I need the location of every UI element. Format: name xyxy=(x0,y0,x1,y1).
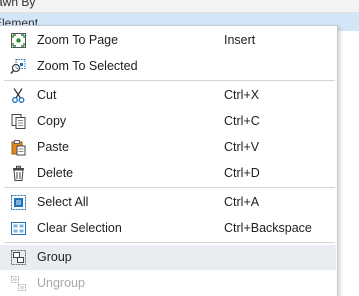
menu-item-paste[interactable]: Paste Ctrl+V xyxy=(0,135,336,160)
trash-icon xyxy=(10,165,27,182)
menu-item-shortcut: Insert xyxy=(224,33,256,47)
menu-separator xyxy=(4,80,335,81)
menu-item-shortcut: Ctrl+D xyxy=(224,166,260,180)
scissors-icon xyxy=(10,87,27,104)
menu-item-shortcut: Ctrl+C xyxy=(224,114,260,128)
table-header: awn By xyxy=(0,0,359,13)
menu-item-group[interactable]: Group xyxy=(0,245,336,270)
menu-item-ungroup[interactable]: Ungroup xyxy=(0,271,336,296)
menu-item-label: Delete xyxy=(37,166,74,180)
select-all-icon xyxy=(10,194,27,211)
menu-item-clear-selection[interactable]: Clear Selection Ctrl+Backspace xyxy=(0,216,336,241)
menu-separator xyxy=(4,242,335,243)
menu-item-delete[interactable]: Delete Ctrl+D xyxy=(0,161,336,186)
background-panel xyxy=(338,31,359,296)
menu-item-shortcut: Ctrl+V xyxy=(224,140,260,154)
menu-separator xyxy=(4,187,335,188)
menu-item-shortcut: Ctrl+X xyxy=(224,88,260,102)
menu-item-label: Zoom To Selected xyxy=(37,59,138,73)
clear-selection-icon xyxy=(10,220,27,237)
menu-item-label: Clear Selection xyxy=(37,221,122,235)
zoom-to-selected-icon xyxy=(10,58,27,75)
menu-item-label: Paste xyxy=(37,140,69,154)
menu-item-cut[interactable]: Cut Ctrl+X xyxy=(0,83,336,108)
menu-item-select-all[interactable]: Select All Ctrl+A xyxy=(0,190,336,215)
menu-item-label: Copy xyxy=(37,114,67,128)
menu-item-copy[interactable]: Copy Ctrl+C xyxy=(0,109,336,134)
menu-item-shortcut: Ctrl+Backspace xyxy=(224,221,312,235)
menu-item-label: Ungroup xyxy=(37,276,85,290)
ungroup-icon xyxy=(10,275,27,292)
menu-item-label: Cut xyxy=(37,88,57,102)
paste-icon xyxy=(10,139,27,156)
context-menu: Zoom To Page Insert Zoom To Selected Cut… xyxy=(0,25,338,296)
menu-item-shortcut: Ctrl+A xyxy=(224,195,260,209)
menu-item-label: Select All xyxy=(37,195,89,209)
screen: awn By Element Zoom To Page Insert xyxy=(0,0,359,296)
copy-icon xyxy=(10,113,27,130)
group-icon xyxy=(10,249,27,266)
menu-item-zoom-to-page[interactable]: Zoom To Page Insert xyxy=(0,28,336,53)
column-header-drawn-by[interactable]: awn By xyxy=(0,0,35,9)
menu-item-label: Group xyxy=(37,250,72,264)
zoom-to-page-icon xyxy=(10,32,27,49)
menu-item-label: Zoom To Page xyxy=(37,33,119,47)
menu-item-zoom-to-selected[interactable]: Zoom To Selected xyxy=(0,54,336,79)
